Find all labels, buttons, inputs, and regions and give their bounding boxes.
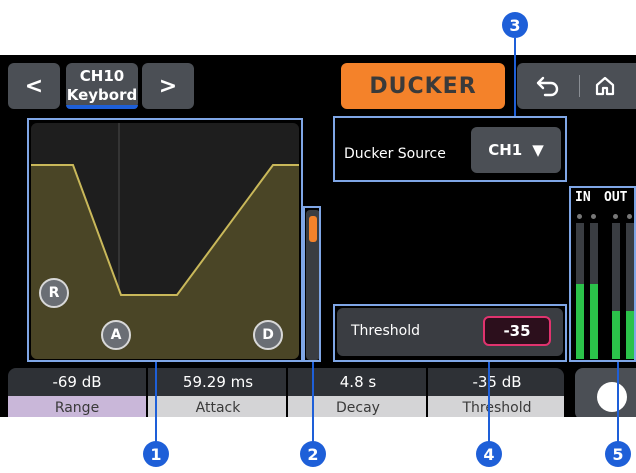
callout-2: 2 xyxy=(300,441,326,467)
param-decay[interactable]: 4.8 s Decay xyxy=(286,368,428,417)
next-channel-button[interactable]: > xyxy=(142,63,194,109)
param-attack[interactable]: 59.29 ms Attack xyxy=(146,368,288,417)
param-value: 59.29 ms xyxy=(148,368,288,396)
chevron-right-icon: > xyxy=(158,73,178,99)
callout-line-3 xyxy=(514,38,516,116)
knob-button[interactable] xyxy=(575,368,636,417)
ducker-title-button[interactable]: DUCKER xyxy=(341,63,505,109)
param-label: Threshold xyxy=(428,396,564,417)
chevron-left-icon: < xyxy=(24,73,44,99)
undo-arrow-icon[interactable] xyxy=(535,74,561,98)
callout-5: 5 xyxy=(605,441,631,467)
channel-color-bar xyxy=(66,105,138,109)
callout-box-source xyxy=(333,116,567,182)
channel-number: CH10 xyxy=(79,67,125,85)
home-icon[interactable] xyxy=(593,74,617,98)
callout-line-1 xyxy=(155,362,157,442)
param-range[interactable]: -69 dB Range xyxy=(8,368,146,417)
nav-button-group xyxy=(517,63,636,109)
param-value: -35 dB xyxy=(428,368,564,396)
page-title: DUCKER xyxy=(369,73,477,99)
callout-line-2 xyxy=(312,362,314,442)
channel-selector[interactable]: CH10 Keybord xyxy=(66,63,138,109)
callout-box-gr xyxy=(303,206,321,362)
knob-icon xyxy=(597,382,627,412)
callout-box-graph xyxy=(27,118,303,362)
callout-line-4 xyxy=(488,362,490,442)
param-label: Range xyxy=(8,396,146,417)
parameter-row: -69 dB Range 59.29 ms Attack 4.8 s Decay… xyxy=(8,368,564,417)
nav-divider xyxy=(579,75,580,97)
channel-name: Keybord xyxy=(66,86,138,104)
callout-4: 4 xyxy=(476,441,502,467)
callout-box-meters xyxy=(569,186,636,362)
param-threshold[interactable]: -35 dB Threshold xyxy=(426,368,564,417)
callout-1: 1 xyxy=(143,441,169,467)
callout-box-threshold xyxy=(333,304,567,362)
callout-3: 3 xyxy=(502,12,528,38)
param-label: Attack xyxy=(148,396,288,417)
param-value: 4.8 s xyxy=(288,368,428,396)
param-label: Decay xyxy=(288,396,428,417)
param-value: -69 dB xyxy=(8,368,146,396)
prev-channel-button[interactable]: < xyxy=(8,63,60,109)
callout-line-5 xyxy=(617,362,619,442)
